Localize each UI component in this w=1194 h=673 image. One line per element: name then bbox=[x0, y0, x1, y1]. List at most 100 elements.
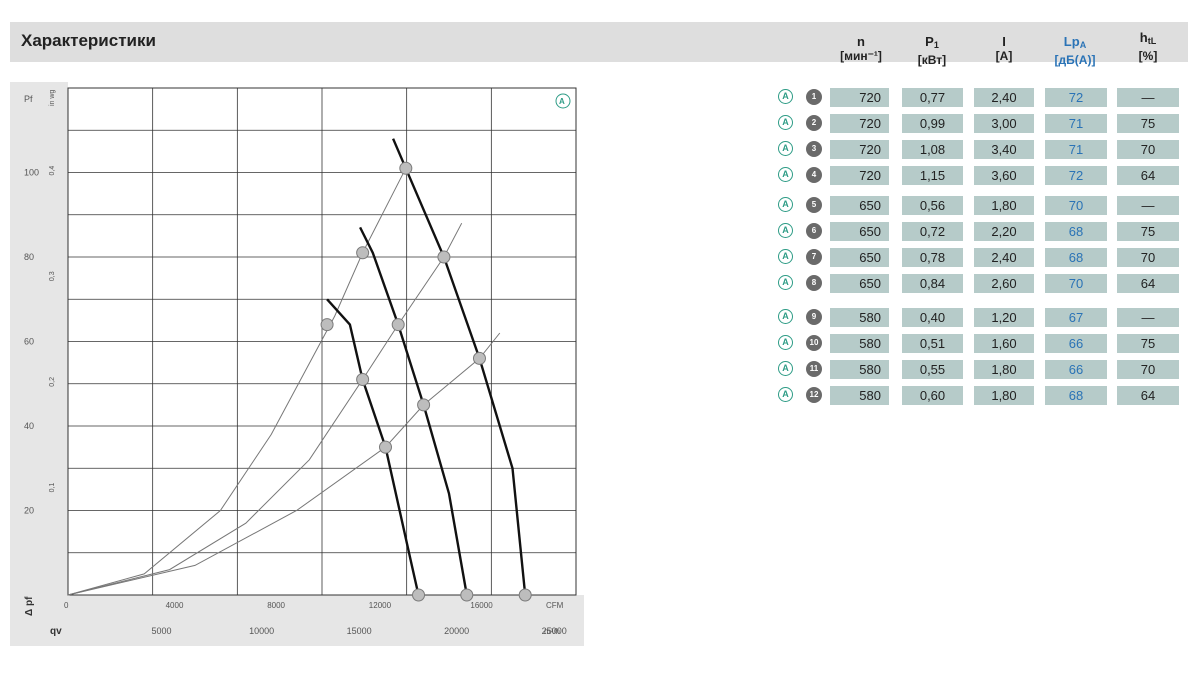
cell-n: 580 bbox=[830, 334, 889, 353]
table-row: A 4 720 1,15 3,60 72 64 bbox=[778, 166, 1179, 185]
x-unit-label: CFM bbox=[546, 601, 564, 610]
chart-svg: 20 40 60 80 100 0,1 0,2 0,3 0,4 Pf in wg Δ pf 0 4000 8… bbox=[10, 82, 584, 646]
col-i-unit: [A] bbox=[995, 49, 1013, 63]
cell-lpa: 70 bbox=[1045, 196, 1107, 215]
cell-i: 2,60 bbox=[974, 274, 1034, 293]
cell-lpa: 68 bbox=[1045, 248, 1107, 267]
col-htl-unit: [%] bbox=[1138, 49, 1158, 63]
x2-unit-label: m³/h bbox=[544, 627, 560, 636]
cell-htl: 75 bbox=[1117, 222, 1179, 241]
cell-n: 720 bbox=[830, 140, 889, 159]
x-axis-band bbox=[10, 595, 584, 646]
row-number-badge: 12 bbox=[806, 387, 822, 403]
cell-n: 650 bbox=[830, 274, 889, 293]
col-header-i: I [A] bbox=[976, 34, 1032, 64]
y2-tick-label: 0,3 bbox=[49, 271, 56, 281]
cell-p1: 0,72 bbox=[902, 222, 963, 241]
cell-i: 1,80 bbox=[974, 360, 1034, 379]
row-number-badge: 6 bbox=[806, 223, 822, 239]
table-row: A 3 720 1,08 3,40 71 70 bbox=[778, 140, 1179, 159]
cell-p1: 0,51 bbox=[902, 334, 963, 353]
cell-p1: 0,99 bbox=[902, 114, 963, 133]
cell-n: 580 bbox=[830, 360, 889, 379]
marker-a-icon: A bbox=[778, 249, 793, 264]
marker-a-icon: A bbox=[778, 197, 793, 212]
table-row: A 6 650 0,72 2,20 68 75 bbox=[778, 222, 1179, 241]
operating-point bbox=[518, 588, 532, 602]
y-tick-label: 20 bbox=[24, 506, 34, 516]
cell-lpa: 71 bbox=[1045, 114, 1107, 133]
y2-unit-label: in wg bbox=[49, 90, 56, 106]
cell-n: 580 bbox=[830, 308, 889, 327]
x-tick-label: 4000 bbox=[166, 601, 184, 610]
cell-n: 720 bbox=[830, 88, 889, 107]
table-row: A 9 580 0,40 1,20 67 — bbox=[778, 308, 1179, 327]
cell-htl: — bbox=[1117, 88, 1179, 107]
cell-p1: 0,60 bbox=[902, 386, 963, 405]
col-header-lpa: LpA [дБ(A)] bbox=[1040, 34, 1110, 68]
y2-tick-label: 0,2 bbox=[49, 377, 56, 387]
row-number-badge: 1 bbox=[806, 89, 822, 105]
col-p1-sub: 1 bbox=[933, 40, 939, 50]
cell-lpa: 72 bbox=[1045, 166, 1107, 185]
col-n-name: n bbox=[857, 34, 865, 49]
col-p1-name: P bbox=[925, 34, 934, 49]
row-number-badge: 7 bbox=[806, 249, 822, 265]
col-htl-name: h bbox=[1139, 30, 1148, 45]
col-header-htl: htL [%] bbox=[1120, 30, 1176, 64]
y-tick-label: 40 bbox=[24, 421, 34, 431]
operating-point bbox=[391, 318, 405, 332]
x-axis-title: qv bbox=[50, 626, 62, 637]
x-tick-label: 16000 bbox=[470, 601, 493, 610]
cell-n: 650 bbox=[830, 248, 889, 267]
cell-n: 650 bbox=[830, 196, 889, 215]
x-tick-label: 0 bbox=[64, 601, 69, 610]
cell-p1: 0,55 bbox=[902, 360, 963, 379]
marker-a-icon: A bbox=[778, 115, 793, 130]
row-number-badge: 8 bbox=[806, 275, 822, 291]
cell-n: 720 bbox=[830, 114, 889, 133]
col-i-name: I bbox=[1002, 34, 1006, 49]
cell-i: 1,60 bbox=[974, 334, 1034, 353]
row-number-badge: 11 bbox=[806, 361, 822, 377]
cell-htl: 70 bbox=[1117, 248, 1179, 267]
cell-n: 650 bbox=[830, 222, 889, 241]
cell-lpa: 68 bbox=[1045, 222, 1107, 241]
cell-lpa: 72 bbox=[1045, 88, 1107, 107]
y-axis-band bbox=[10, 82, 68, 609]
cell-lpa: 67 bbox=[1045, 308, 1107, 327]
cell-p1: 0,40 bbox=[902, 308, 963, 327]
cell-lpa: 66 bbox=[1045, 360, 1107, 379]
cell-htl: — bbox=[1117, 308, 1179, 327]
y-tick-label: 100 bbox=[24, 168, 39, 178]
marker-a-icon: A bbox=[778, 223, 793, 238]
operating-point bbox=[356, 246, 370, 260]
cell-htl: 75 bbox=[1117, 114, 1179, 133]
marker-a-icon: A bbox=[778, 335, 793, 350]
y-tick-label: 60 bbox=[24, 337, 34, 347]
operating-point bbox=[460, 588, 474, 602]
cell-htl: 64 bbox=[1117, 166, 1179, 185]
table-row: A 5 650 0,56 1,80 70 — bbox=[778, 196, 1179, 215]
cell-htl: — bbox=[1117, 196, 1179, 215]
col-lpa-name: Lp bbox=[1063, 34, 1080, 49]
y2-tick-label: 0,1 bbox=[49, 483, 56, 493]
cell-p1: 0,77 bbox=[902, 88, 963, 107]
cell-htl: 64 bbox=[1117, 274, 1179, 293]
cell-i: 1,80 bbox=[974, 386, 1034, 405]
cell-n: 580 bbox=[830, 386, 889, 405]
cell-htl: 75 bbox=[1117, 334, 1179, 353]
x-tick-label: 8000 bbox=[267, 601, 285, 610]
table-row: A 12 580 0,60 1,80 68 64 bbox=[778, 386, 1179, 405]
operating-point bbox=[412, 588, 426, 602]
cell-i: 2,40 bbox=[974, 88, 1034, 107]
table-row: A 7 650 0,78 2,40 68 70 bbox=[778, 248, 1179, 267]
operating-point bbox=[417, 398, 431, 412]
col-lpa-unit: [дБ(A)] bbox=[1054, 53, 1096, 67]
col-htl-sub: tL bbox=[1147, 36, 1157, 46]
y-tick-label: 80 bbox=[24, 252, 34, 262]
table-row: A 2 720 0,99 3,00 71 75 bbox=[778, 114, 1179, 133]
cell-lpa: 71 bbox=[1045, 140, 1107, 159]
x2-tick-label: 5000 bbox=[152, 626, 172, 636]
cell-i: 1,20 bbox=[974, 308, 1034, 327]
